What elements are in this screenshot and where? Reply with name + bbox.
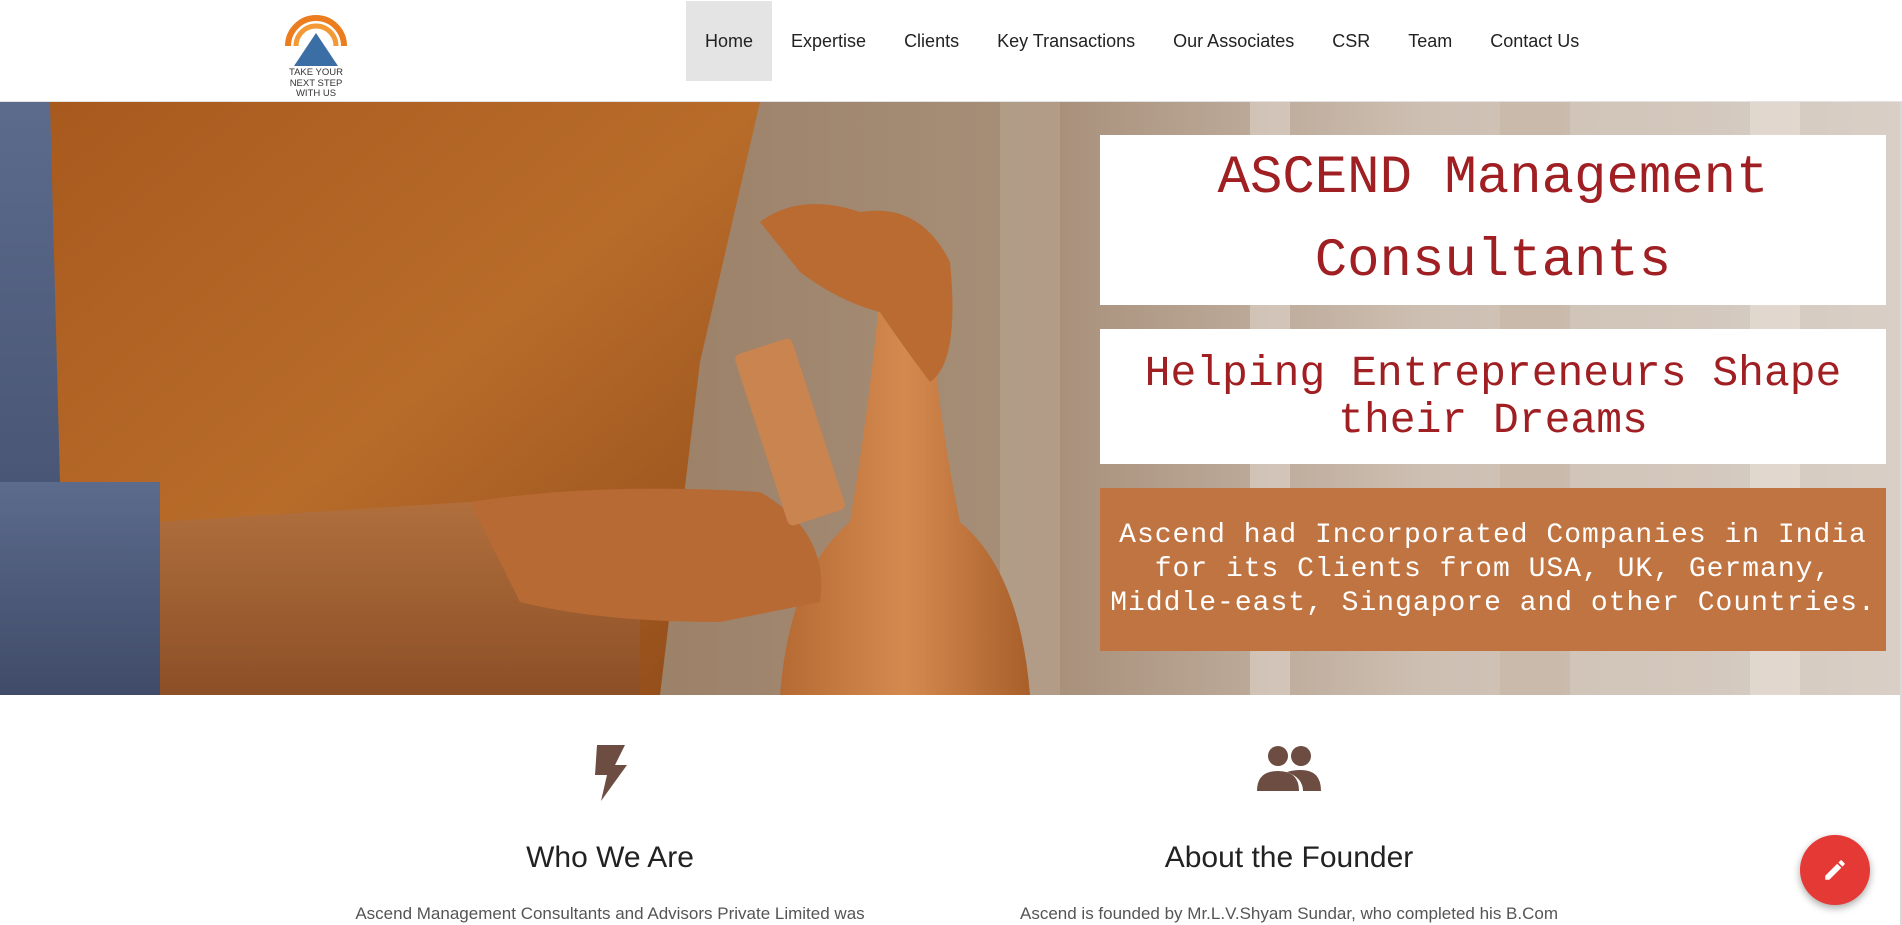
feature-about-founder: About the Founder Ascend is founded by M…: [979, 745, 1599, 925]
nav-item-expertise[interactable]: Expertise: [772, 1, 885, 81]
main-nav: Home Expertise Clients Key Transactions …: [686, 1, 1598, 81]
hero-title: ASCEND Management Consultants: [1218, 137, 1769, 303]
hero-title-box: ASCEND Management Consultants: [1100, 135, 1886, 305]
hero-title-line: Consultants: [1314, 231, 1672, 292]
logo-arch-mountain-icon: [285, 15, 347, 66]
nav-item-clients[interactable]: Clients: [885, 1, 978, 81]
hero-subtitle: Helping Entrepreneurs Shape their Dreams: [1144, 348, 1842, 445]
hero-info-text: Ascend had Incorporated Companies in Ind…: [1110, 519, 1876, 619]
nav-item-contact-us[interactable]: Contact Us: [1471, 1, 1598, 81]
nav-item-team[interactable]: Team: [1389, 1, 1471, 81]
hero-subtitle-box: Helping Entrepreneurs Shape their Dreams: [1100, 329, 1886, 464]
people-group-icon: [979, 745, 1599, 807]
edit-fab-button[interactable]: [1800, 835, 1870, 905]
pencil-edit-icon: [1825, 860, 1845, 880]
logo[interactable]: TAKE YOUR NEXT STEP WITH US: [282, 2, 350, 102]
nav-item-key-transactions[interactable]: Key Transactions: [978, 1, 1154, 81]
feature-title: Who We Are: [526, 841, 694, 874]
nav-item-csr[interactable]: CSR: [1313, 1, 1389, 81]
site-header: TAKE YOUR NEXT STEP WITH US Home Experti…: [0, 0, 1902, 102]
feature-text: Ascend is founded by Mr.L.V.Shyam Sundar…: [1020, 904, 1558, 923]
lightning-bolt-icon: [300, 745, 920, 807]
logo-tagline: TAKE YOUR NEXT STEP WITH US: [282, 67, 350, 100]
nav-item-home[interactable]: Home: [686, 1, 773, 81]
hero-info-box: Ascend had Incorporated Companies in Ind…: [1100, 488, 1886, 651]
feature-title: About the Founder: [1164, 841, 1414, 874]
hero-title-line: ASCEND Management: [1217, 148, 1769, 209]
feature-who-we-are: Who We Are Ascend Management Consultants…: [300, 745, 920, 925]
nav-item-our-associates[interactable]: Our Associates: [1154, 1, 1313, 81]
logo-tagline-line: TAKE YOUR: [288, 67, 344, 78]
logo-tagline-line: WITH US: [295, 88, 337, 99]
hero-banner: ASCEND Management Consultants Helping En…: [0, 102, 1900, 695]
feature-text: Ascend Management Consultants and Adviso…: [355, 904, 865, 923]
